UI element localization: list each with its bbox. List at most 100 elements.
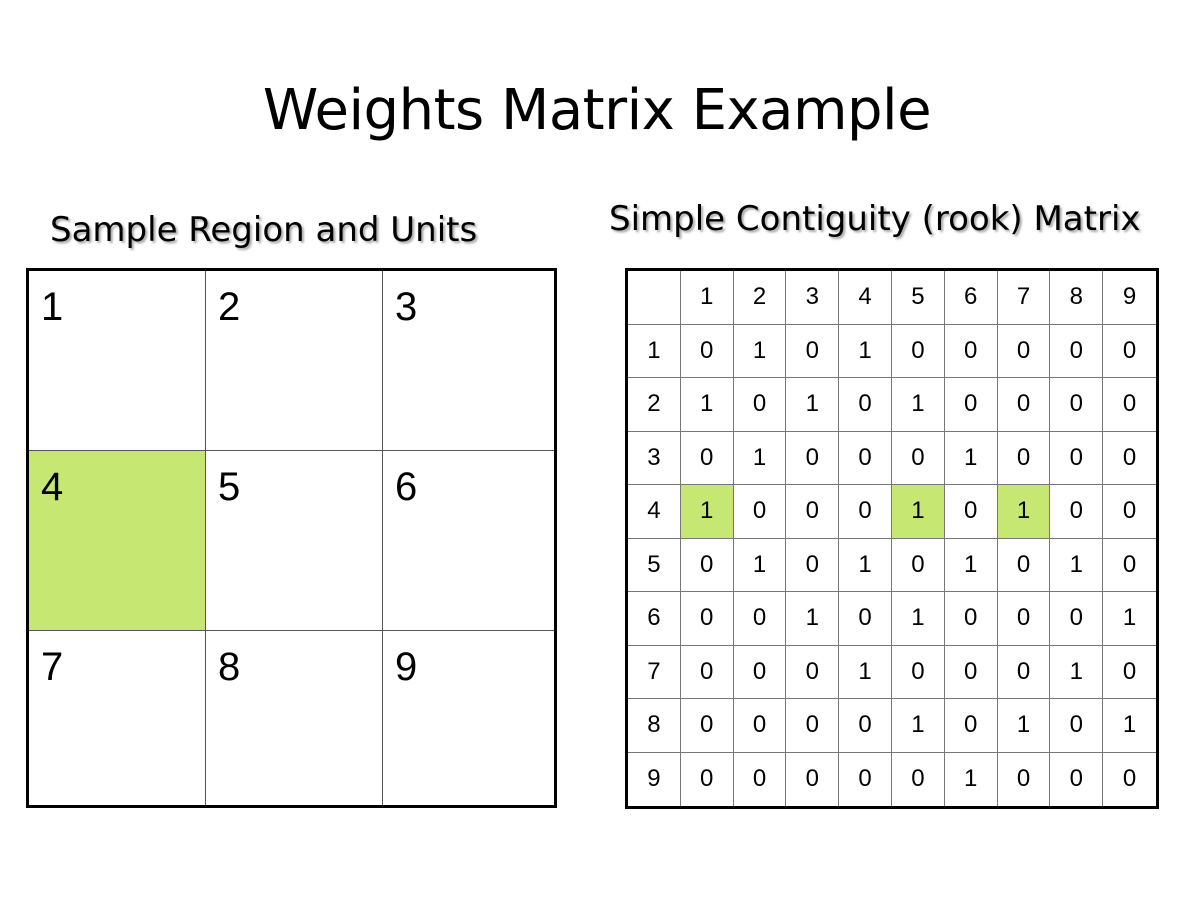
matrix-cell: 0	[892, 752, 945, 806]
matrix-cell: 0	[944, 592, 998, 646]
matrix-row-header: 1	[628, 324, 681, 378]
matrix-cell: 0	[1050, 699, 1104, 753]
matrix-cell: 0	[786, 538, 840, 592]
matrix-cell: 0	[944, 324, 998, 378]
matrix-column-header: 3	[786, 271, 840, 325]
matrix-cell: 0	[786, 485, 840, 539]
matrix-cell: 0	[733, 645, 787, 699]
matrix-cell-highlighted: 1	[997, 485, 1051, 539]
matrix-cell: 1	[944, 538, 998, 592]
region-subtitle: Sample Region and Units	[50, 210, 478, 250]
matrix-cell: 0	[944, 699, 998, 753]
matrix-column-header: 9	[1103, 271, 1156, 325]
matrix-cell: 1	[733, 324, 787, 378]
matrix-cell: 0	[997, 324, 1051, 378]
matrix-cell: 0	[680, 592, 734, 646]
matrix-cell: 1	[839, 324, 892, 378]
matrix-cell: 0	[998, 752, 1051, 806]
matrix-cell: 0	[839, 485, 892, 539]
matrix-cell: 0	[1050, 431, 1104, 485]
matrix-cell: 0	[733, 592, 787, 646]
region-unit: 9	[383, 631, 554, 805]
matrix-cell: 1	[1050, 645, 1104, 699]
matrix-cell: 0	[839, 699, 892, 753]
matrix-cell: 0	[944, 485, 998, 539]
matrix-cell: 1	[997, 699, 1051, 753]
sample-region-grid: 1 2 3 4 5 6 7 8 9	[26, 268, 557, 808]
matrix-cell: 0	[891, 431, 945, 485]
matrix-cell: 0	[733, 378, 787, 432]
matrix-cell: 1	[945, 752, 998, 806]
matrix-cell: 1	[1050, 538, 1104, 592]
matrix-cell: 1	[733, 431, 787, 485]
matrix-cell: 0	[997, 431, 1051, 485]
matrix-row-header: 5	[628, 538, 681, 592]
matrix-cell-highlighted: 1	[891, 485, 945, 539]
matrix-cell: 0	[839, 431, 892, 485]
matrix-cell: 0	[1103, 432, 1156, 485]
matrix-cell: 1	[680, 378, 734, 432]
matrix-cell: 0	[786, 752, 840, 806]
matrix-cell: 0	[1050, 485, 1104, 539]
matrix-column-header: 6	[944, 271, 998, 325]
matrix-cell: 0	[1103, 539, 1156, 592]
matrix-cell: 1	[839, 538, 892, 592]
region-unit-highlighted: 4	[29, 451, 206, 631]
matrix-cell: 0	[1103, 646, 1156, 699]
region-unit: 1	[29, 271, 206, 451]
matrix-cell: 0	[1050, 378, 1104, 432]
matrix-cell: 0	[733, 485, 787, 539]
matrix-cell: 1	[891, 378, 945, 432]
matrix-cell: 0	[680, 645, 734, 699]
matrix-cell: 1	[733, 538, 787, 592]
matrix-cell: 0	[997, 592, 1051, 646]
matrix-column-header: 5	[891, 271, 945, 325]
matrix-cell: 1	[891, 699, 945, 753]
matrix-cell: 0	[1103, 325, 1156, 378]
matrix-cell: 0	[786, 645, 840, 699]
matrix-cell: 0	[733, 699, 787, 753]
matrix-cell: 0	[891, 324, 945, 378]
matrix-cell: 0	[891, 645, 945, 699]
matrix-row-header: 9	[628, 752, 681, 806]
matrix-row-header: 3	[628, 431, 681, 485]
matrix-subtitle: Simple Contiguity (rook) Matrix	[609, 199, 1141, 239]
matrix-row-header: 4	[628, 485, 681, 539]
matrix-cell: 0	[786, 431, 840, 485]
matrix-cell: 0	[1050, 324, 1104, 378]
matrix-row-header: 8	[628, 699, 681, 753]
matrix-cell: 0	[680, 538, 734, 592]
slide-title: Weights Matrix Example	[262, 78, 932, 143]
matrix-column-header: 1	[680, 271, 734, 325]
matrix-cell: 0	[944, 378, 998, 432]
matrix-column-header: 2	[733, 271, 787, 325]
matrix-cell: 1	[1103, 699, 1156, 753]
matrix-row-header: 2	[628, 378, 681, 432]
matrix-cell: 0	[786, 699, 840, 753]
matrix-cell: 0	[1050, 592, 1104, 646]
matrix-cell: 0	[1103, 378, 1156, 432]
matrix-cell: 0	[891, 538, 945, 592]
matrix-cell: 0	[1122, 765, 1137, 793]
matrix-column-header: 4	[839, 271, 892, 325]
matrix-cell: 1	[1103, 592, 1156, 646]
matrix-cell: 0	[786, 324, 840, 378]
matrix-cell: 1	[786, 592, 840, 646]
region-unit: 5	[206, 451, 383, 631]
matrix-cell: 0	[944, 645, 998, 699]
region-unit: 6	[383, 451, 554, 631]
contiguity-matrix: 1234567891010100000210101000030100010004…	[625, 268, 1159, 809]
matrix-cell: 1	[839, 645, 892, 699]
matrix-column-header: 8	[1050, 271, 1104, 325]
matrix-cell: 1	[891, 592, 945, 646]
matrix-cell: 0	[734, 752, 787, 806]
matrix-cell: 1	[786, 378, 840, 432]
matrix-cell: 0	[680, 431, 734, 485]
matrix-corner-cell	[628, 271, 681, 325]
matrix-cell: 1	[944, 431, 998, 485]
matrix-cell: 0	[1050, 752, 1104, 806]
matrix-row-header: 7	[628, 645, 681, 699]
matrix-cell: 0	[997, 538, 1051, 592]
matrix-cell: 0	[997, 378, 1051, 432]
matrix-column-header: 7	[997, 271, 1051, 325]
